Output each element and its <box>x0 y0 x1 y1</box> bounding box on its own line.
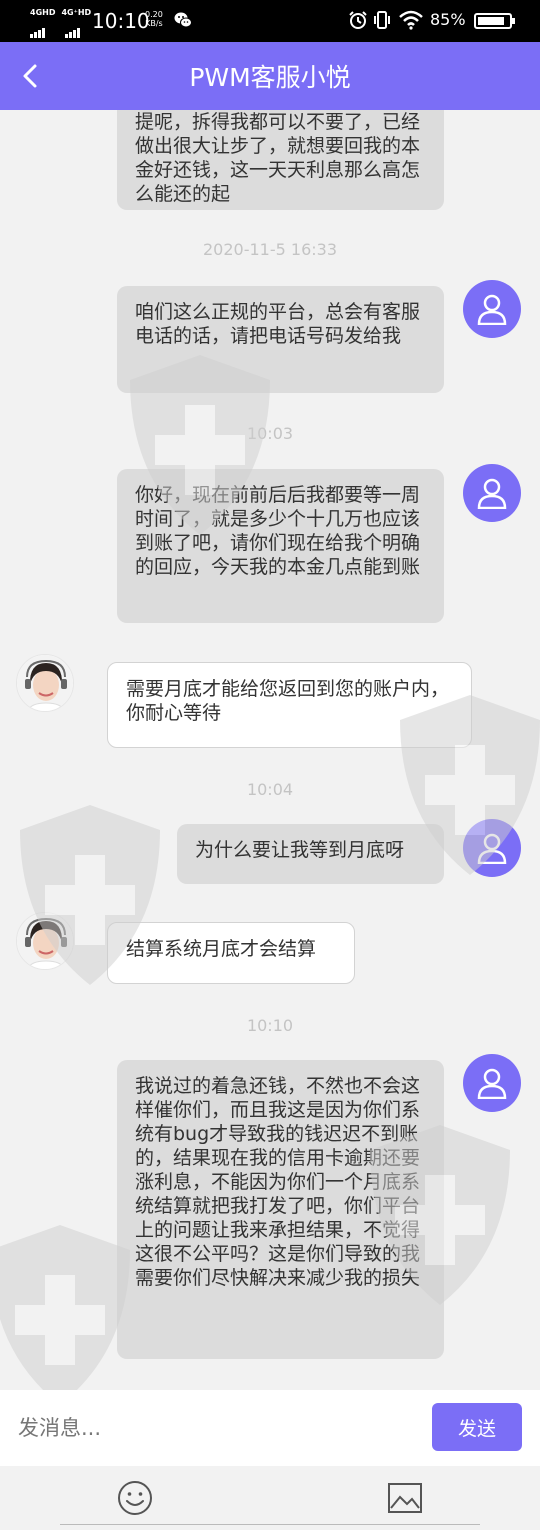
message-bubble-received: 需要月底才能给您返回到您的账户内，你耐心等待 <box>107 662 472 748</box>
send-button[interactable]: 发送 <box>432 1403 522 1451</box>
timestamp: 2020-11-5 16:33 <box>203 240 337 259</box>
status-bar: 4GHD 4G⁺HD 10:10 0.20 KB/s 85% <box>0 0 540 42</box>
agent-photo <box>17 913 73 969</box>
message-bubble-sent: 咱们这么正规的平台，总会有客服电话的话，请把电话号码发给我 <box>117 286 444 393</box>
user-avatar <box>463 464 521 522</box>
composer-toolbar <box>0 1466 540 1530</box>
battery-fill <box>478 17 504 25</box>
user-icon <box>477 1068 507 1099</box>
battery-percent: 85% <box>430 10 466 29</box>
alarm-icon <box>349 11 367 29</box>
toolbar-divider <box>60 1524 480 1530</box>
message-text: 提呢，拆得我都可以不要了，已经做出很大让步了，就想要回我的本金好还钱，这一天天利… <box>135 111 421 205</box>
user-avatar <box>463 1054 521 1112</box>
message-text: 为什么要让我等到月底呀 <box>195 839 405 861</box>
message-bubble-sent: 我说过的着急还钱，不然也不会这样催你们，而且我这是因为你们系统有bug才导致我的… <box>117 1060 444 1359</box>
wechat-icon <box>174 12 192 28</box>
user-icon <box>477 478 507 509</box>
message-bubble-sent: 提呢，拆得我都可以不要了，已经做出很大让步了，就想要回我的本金好还钱，这一天天利… <box>117 110 444 210</box>
battery-icon <box>474 13 515 29</box>
clock: 10:10 <box>92 9 150 33</box>
nav-header: PWM客服小悦 <box>0 42 540 110</box>
vibrate-icon <box>374 11 390 29</box>
image-icon[interactable] <box>387 1482 423 1514</box>
wifi-icon <box>399 10 423 30</box>
network-label-2: 4G⁺HD <box>61 8 92 17</box>
network-type: 4GHD 4G⁺HD <box>30 8 97 17</box>
user-icon <box>477 833 507 864</box>
message-text: 咱们这么正规的平台，总会有客服电话的话，请把电话号码发给我 <box>135 301 421 347</box>
agent-photo <box>17 655 73 711</box>
message-bubble-sent: 为什么要让我等到月底呀 <box>177 824 444 884</box>
user-icon <box>477 294 507 325</box>
message-bubble-sent: 你好，现在前前后后我都要等一周时间了，就是多少个十几万也应该到账了吧，请你们现在… <box>117 469 444 623</box>
user-avatar <box>463 819 521 877</box>
speed-value: 0.20 <box>145 10 163 19</box>
timestamp: 10:10 <box>246 1016 294 1035</box>
timestamp: 10:04 <box>246 780 294 799</box>
page-title: PWM客服小悦 <box>189 63 351 92</box>
user-avatar <box>463 280 521 338</box>
message-input[interactable] <box>0 1390 420 1466</box>
message-text: 我说过的着急还钱，不然也不会这样催你们，而且我这是因为你们系统有bug才导致我的… <box>135 1075 421 1289</box>
smiley-icon[interactable] <box>117 1480 153 1516</box>
network-speed: 0.20 KB/s <box>145 10 163 28</box>
network-label-1: 4GHD <box>30 8 56 17</box>
chat-list[interactable]: 提呢，拆得我都可以不要了，已经做出很大让步了，就想要回我的本金好还钱，这一天天利… <box>0 110 540 1390</box>
message-text: 需要月底才能给您返回到您的账户内，你耐心等待 <box>126 678 450 724</box>
agent-avatar <box>16 654 74 712</box>
agent-avatar <box>16 912 74 970</box>
message-composer: 发送 <box>0 1390 540 1466</box>
message-bubble-received: 结算系统月底才会结算 <box>107 922 355 984</box>
message-text: 你好，现在前前后后我都要等一周时间了，就是多少个十几万也应该到账了吧，请你们现在… <box>135 484 421 578</box>
signal-icon <box>30 19 81 38</box>
message-text: 结算系统月底才会结算 <box>126 938 317 960</box>
speed-unit: KB/s <box>145 19 163 28</box>
timestamp: 10:03 <box>246 424 294 443</box>
